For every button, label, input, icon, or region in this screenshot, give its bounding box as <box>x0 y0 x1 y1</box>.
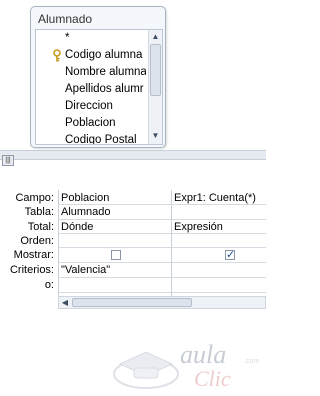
row-label-criterios: Criterios: <box>9 264 54 276</box>
watermark-text-clic: Clic <box>194 366 231 391</box>
cell-campo-col1[interactable]: Poblacion <box>59 191 171 205</box>
grid-row-line <box>58 292 266 293</box>
grid-horizontal-scrollbar[interactable]: ◀ <box>58 296 266 309</box>
field-item[interactable]: Codigo Postal <box>36 132 146 144</box>
row-label-orden: Orden: <box>20 235 54 247</box>
checkmark-icon: ✓ <box>226 249 236 261</box>
field-item-label: Codigo alumna <box>65 49 143 61</box>
cell-total-col1[interactable]: Dónde <box>59 220 171 234</box>
cell-o-col2[interactable] <box>172 278 266 292</box>
scrollbar-thumb[interactable] <box>150 44 161 96</box>
cell-total-col2[interactable]: Expresión <box>172 220 266 234</box>
row-label-tabla: Tabla: <box>24 206 54 218</box>
cell-campo-col2[interactable]: Expr1: Cuenta(*) <box>172 191 266 205</box>
table-title: Alumnado <box>38 12 93 26</box>
row-label-total: Total: <box>27 221 54 233</box>
table-field-list-window[interactable]: Alumnado * Codigo alumna Nombre alumna A… <box>30 6 166 148</box>
field-list-scrollbar[interactable]: ▲ ▼ <box>148 30 162 144</box>
watermark-text-com: .com <box>244 358 260 365</box>
query-design-upper-pane: Alumnado * Codigo alumna Nombre alumna A… <box>0 0 266 150</box>
mortarboard-icon <box>113 351 179 389</box>
field-item[interactable]: Direccion <box>36 98 146 115</box>
field-list[interactable]: * Codigo alumna Nombre alumna Apellidos … <box>35 29 163 145</box>
field-item[interactable]: Apellidos alumr <box>36 81 146 98</box>
primary-key-icon <box>53 49 61 62</box>
cell-criterios-col1[interactable]: "Valencia" <box>59 263 171 277</box>
scroll-left-icon[interactable]: ◀ <box>59 297 71 308</box>
row-label-campo: Campo: <box>15 192 54 204</box>
cell-o-col1[interactable] <box>59 278 171 292</box>
row-label-o: o: <box>44 279 54 291</box>
cell-tabla-col2[interactable] <box>172 205 266 219</box>
scroll-down-icon[interactable]: ▼ <box>150 130 161 142</box>
cell-orden-col2[interactable] <box>172 234 266 248</box>
field-item[interactable]: Nombre alumna <box>36 64 146 81</box>
aulaclic-watermark-logo: aula .com Clic <box>110 340 260 396</box>
field-item[interactable]: * <box>36 30 146 47</box>
pane-splitter[interactable] <box>0 150 266 160</box>
cell-orden-col1[interactable] <box>59 234 171 248</box>
scrollbar-thumb[interactable] <box>72 298 192 307</box>
row-label-mostrar: Mostrar: <box>13 249 54 261</box>
cell-tabla-col1[interactable]: Alumnado <box>59 205 171 219</box>
cell-criterios-col2[interactable] <box>172 263 266 277</box>
splitter-grip-icon[interactable]: ||| <box>2 155 14 166</box>
field-item[interactable]: Codigo alumna <box>36 47 146 64</box>
mostrar-checkbox-col1[interactable] <box>111 250 121 260</box>
mostrar-checkbox-col2[interactable]: ✓ <box>225 249 236 261</box>
field-item[interactable]: Poblacion <box>36 115 146 132</box>
scroll-up-icon[interactable]: ▲ <box>150 31 161 43</box>
